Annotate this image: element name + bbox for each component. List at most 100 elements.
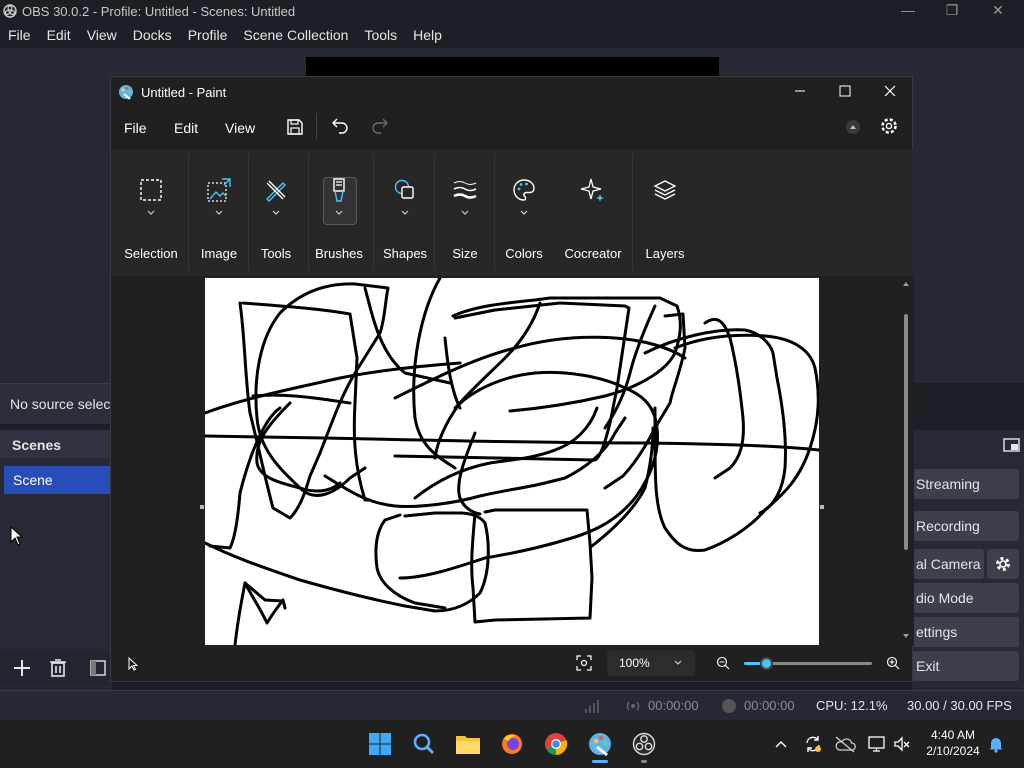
- firefox-icon[interactable]: [496, 728, 528, 760]
- onedrive-icon[interactable]: [834, 735, 856, 753]
- scrollbar-thumb[interactable]: [904, 314, 908, 550]
- vertical-scrollbar[interactable]: [902, 280, 910, 642]
- start-streaming-button[interactable]: Streaming: [912, 469, 1019, 499]
- paint-maximize-icon[interactable]: [837, 83, 853, 99]
- chevron-down-icon: [147, 210, 155, 215]
- scenes-toolbar: [0, 650, 112, 686]
- fit-to-window-icon[interactable]: [576, 655, 592, 671]
- mouse-cursor-icon: [10, 525, 24, 549]
- brushes-group[interactable]: Brushes: [311, 149, 367, 276]
- shapes-icon: [388, 173, 422, 207]
- scroll-up-icon[interactable]: [902, 280, 910, 288]
- scroll-down-icon[interactable]: [902, 632, 910, 640]
- minimize-icon[interactable]: —: [896, 2, 920, 22]
- file-explorer-icon[interactable]: [452, 728, 484, 760]
- menubar-divider: [316, 113, 317, 139]
- undock-icon[interactable]: [1003, 437, 1021, 453]
- paint-settings-icon[interactable]: [879, 116, 899, 136]
- menu-docks[interactable]: Docks: [125, 24, 180, 46]
- scene-filter-icon[interactable]: [88, 658, 108, 678]
- paint-minimize-icon[interactable]: [792, 83, 808, 99]
- paint-menu-file[interactable]: File: [124, 120, 147, 136]
- paint-close-icon[interactable]: [882, 83, 898, 99]
- scenes-header: Scenes: [0, 430, 112, 458]
- exit-button[interactable]: Exit: [912, 651, 1019, 681]
- studio-mode-button[interactable]: dio Mode: [912, 583, 1019, 613]
- paint-menu-edit[interactable]: Edit: [174, 120, 198, 136]
- obs-preview-canvas: [306, 57, 719, 77]
- zoom-out-icon[interactable]: [716, 656, 730, 670]
- obs-titlebar: OBS 30.0.2 - Profile: Untitled - Scenes:…: [0, 0, 1024, 24]
- zoom-slider[interactable]: [744, 657, 872, 670]
- signal-icon: [584, 698, 600, 714]
- image-icon: [202, 173, 236, 207]
- notification-bell-icon[interactable]: [987, 735, 1005, 753]
- sync-icon[interactable]: [803, 734, 823, 754]
- paint-app-icon: [118, 84, 134, 100]
- remove-scene-icon[interactable]: [46, 656, 70, 680]
- save-icon[interactable]: [285, 117, 305, 137]
- paint-statusbar: 100%: [111, 646, 914, 682]
- canvas-resize-handle[interactable]: [820, 505, 824, 509]
- search-icon[interactable]: [408, 728, 440, 760]
- chevron-down-icon: [272, 210, 280, 215]
- chevron-down-icon: [520, 210, 528, 215]
- brush-icon: [322, 173, 356, 207]
- selection-label: Selection: [124, 246, 178, 261]
- volume-muted-icon[interactable]: [893, 735, 911, 753]
- menu-tools[interactable]: Tools: [356, 24, 405, 46]
- chrome-icon[interactable]: [540, 728, 572, 760]
- clock-time[interactable]: 4:40 AM: [925, 728, 981, 742]
- undo-icon[interactable]: [330, 116, 350, 136]
- settings-button[interactable]: ettings: [912, 617, 1019, 647]
- cursor-position-icon: [126, 656, 140, 671]
- size-icon: [448, 173, 482, 207]
- show-hidden-icons-icon[interactable]: [773, 737, 789, 753]
- shapes-group[interactable]: Shapes: [376, 149, 434, 276]
- chevron-down-icon: [335, 210, 343, 215]
- cocreator-group[interactable]: Cocreator: [559, 149, 627, 276]
- virtual-camera-settings-icon[interactable]: [987, 549, 1019, 579]
- menu-scene-collection[interactable]: Scene Collection: [235, 24, 356, 46]
- freehand-scribble-drawing: [203, 276, 821, 647]
- start-recording-button[interactable]: Recording: [912, 511, 1019, 541]
- clock-date[interactable]: 2/10/2024: [921, 744, 985, 758]
- colors-group[interactable]: Colors: [497, 149, 551, 276]
- start-icon[interactable]: [364, 728, 396, 760]
- menu-edit[interactable]: Edit: [39, 24, 79, 46]
- canvas-resize-handle[interactable]: [200, 505, 204, 509]
- zoom-in-icon[interactable]: [886, 656, 900, 670]
- zoom-slider-thumb[interactable]: [759, 657, 773, 670]
- image-label: Image: [200, 246, 238, 261]
- scene-item-label: Scene: [13, 472, 53, 488]
- drawing-canvas[interactable]: [203, 276, 821, 647]
- obs-taskbar-icon[interactable]: [628, 728, 660, 760]
- restore-icon[interactable]: ❐: [940, 2, 964, 22]
- add-scene-icon[interactable]: [10, 656, 34, 680]
- size-group[interactable]: Size: [437, 149, 493, 276]
- obs-logo-icon: [3, 4, 17, 18]
- virtual-camera-button[interactable]: al Camera: [912, 549, 984, 579]
- scene-list-item[interactable]: Scene: [4, 466, 112, 494]
- menu-view[interactable]: View: [79, 24, 125, 46]
- layers-group[interactable]: Layers: [637, 149, 693, 276]
- size-label: Size: [452, 246, 478, 261]
- account-icon[interactable]: [846, 120, 860, 134]
- network-icon[interactable]: [867, 735, 887, 753]
- image-group[interactable]: Image: [191, 149, 247, 276]
- selection-group[interactable]: Selection: [121, 149, 181, 276]
- record-time: 00:00:00: [744, 698, 795, 713]
- ribbon-divider: [434, 153, 435, 271]
- paint-menu-view[interactable]: View: [225, 120, 255, 136]
- menu-profile[interactable]: Profile: [180, 24, 236, 46]
- paint-ribbon: Selection Image Tools Brushes Shapes Siz…: [111, 149, 914, 276]
- zoom-dropdown[interactable]: 100%: [607, 650, 695, 676]
- colors-label: Colors: [505, 246, 543, 261]
- menu-help[interactable]: Help: [405, 24, 450, 46]
- chevron-down-icon: [215, 210, 223, 215]
- paint-taskbar-icon[interactable]: [584, 728, 616, 760]
- tools-icon: [259, 173, 293, 207]
- menu-file[interactable]: File: [0, 24, 39, 46]
- tools-group[interactable]: Tools: [251, 149, 301, 276]
- close-icon[interactable]: ✕: [986, 2, 1010, 22]
